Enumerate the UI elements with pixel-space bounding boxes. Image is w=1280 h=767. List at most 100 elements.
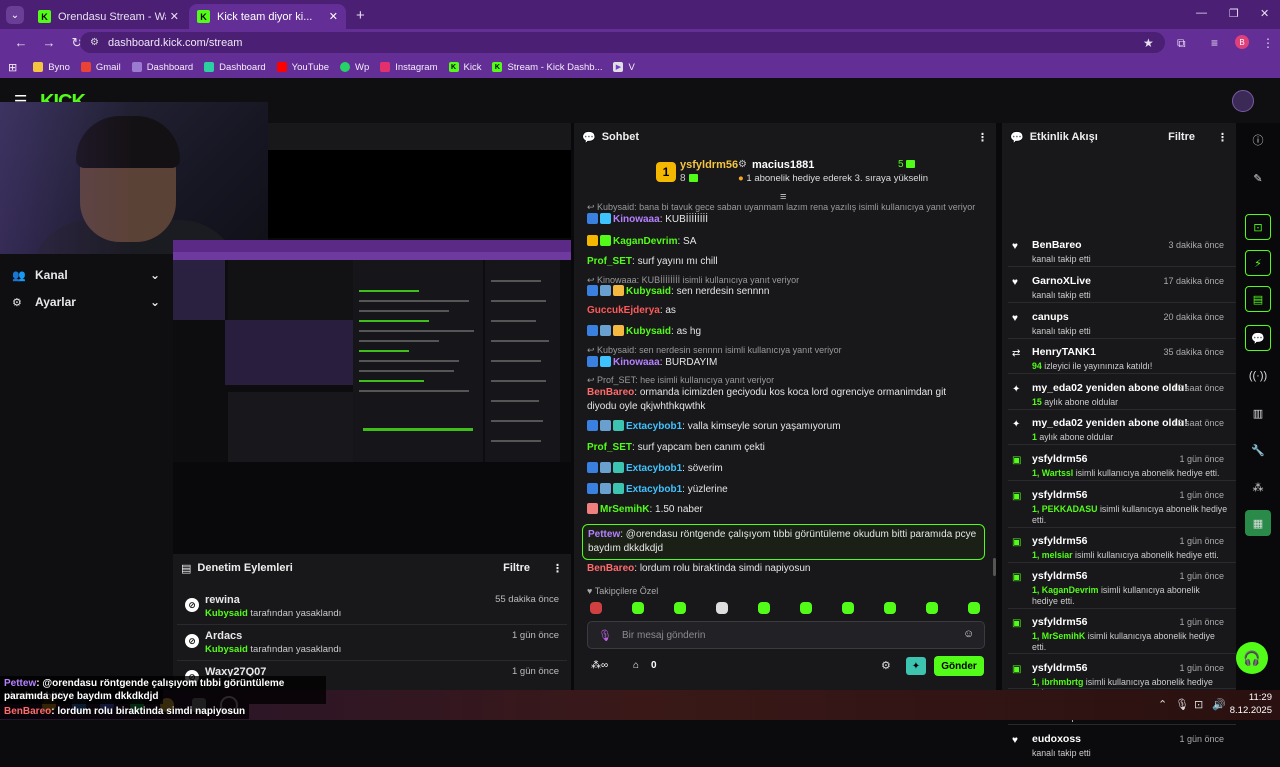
bookmark-gmail[interactable]: Gmail bbox=[80, 62, 121, 73]
emote-icon[interactable] bbox=[842, 602, 854, 614]
leader-second-name[interactable]: macius1881 bbox=[752, 159, 814, 171]
chat-username[interactable]: MrSemihK bbox=[600, 504, 649, 515]
chat-username[interactable]: Kubysaid bbox=[626, 326, 671, 337]
activity-filter-button[interactable]: Filtre bbox=[1168, 131, 1195, 143]
chat-settings-icon[interactable]: ⚙ bbox=[881, 659, 891, 672]
edit-icon[interactable]: ✎ bbox=[1245, 165, 1271, 191]
dots-icon[interactable]: ⁂ bbox=[1245, 474, 1271, 500]
tray-chevron-icon[interactable]: ⌃ bbox=[1158, 698, 1167, 711]
emote-icon[interactable] bbox=[926, 602, 938, 614]
bookmark-byno[interactable]: Byno bbox=[33, 62, 70, 73]
clock-time[interactable]: 11:29 bbox=[1240, 692, 1272, 703]
emote-icon[interactable] bbox=[674, 602, 686, 614]
chat-username[interactable]: Prof_SET bbox=[587, 256, 632, 267]
new-tab-icon[interactable]: + bbox=[356, 7, 365, 24]
chat-message[interactable]: BenBareo: ormanda icimizden geciyodu kos… bbox=[587, 386, 977, 414]
clip-icon[interactable]: ⊡ bbox=[1245, 214, 1271, 240]
emote-icon[interactable] bbox=[968, 602, 980, 614]
activity-username[interactable]: canups bbox=[1032, 311, 1069, 323]
chat-username[interactable]: Pettew bbox=[588, 529, 620, 540]
moderated-user[interactable]: rewina bbox=[205, 594, 240, 606]
bookmark-v[interactable]: ▶ V bbox=[613, 62, 635, 73]
microphone-icon[interactable]: 🎙 bbox=[598, 629, 612, 642]
chat-message[interactable]: Extacybob1: valla kimseyle sorun yaşamıy… bbox=[587, 420, 977, 434]
restore-icon[interactable]: ❐ bbox=[1229, 7, 1239, 20]
chat-message[interactable]: MrSemihK: 1.50 naber bbox=[587, 503, 977, 517]
channel-points-icon[interactable]: ⁂∞ bbox=[591, 660, 608, 671]
leader-first-name[interactable]: ysfyldrm56 bbox=[680, 159, 738, 171]
chat-message[interactable]: Prof_SET: surf yapcam ben canım çekti bbox=[587, 441, 977, 455]
chat-username[interactable]: Prof_SET bbox=[587, 442, 632, 453]
activity-username[interactable]: eudoxoss bbox=[1032, 733, 1081, 745]
chat-username[interactable]: Extacybob1 bbox=[626, 421, 682, 432]
lightning-icon[interactable]: ⚡ bbox=[1245, 250, 1271, 276]
apps-icon[interactable]: ⊞ bbox=[8, 61, 17, 74]
extensions-icon[interactable]: ⧉ bbox=[1177, 36, 1186, 51]
bookmark-kick[interactable]: K Kick bbox=[448, 62, 481, 73]
tray-network-icon[interactable]: ⊡ bbox=[1194, 698, 1203, 711]
chat-message[interactable]: KaganDevrim: SA bbox=[587, 235, 977, 249]
bookmark-wp[interactable]: Wp bbox=[340, 62, 369, 73]
chat-username[interactable]: Kinowaaa bbox=[613, 357, 660, 368]
bookmark-dashboard-2[interactable]: Dashboard bbox=[204, 62, 266, 73]
chat-message[interactable]: Extacybob1: yüzlerine bbox=[587, 483, 977, 497]
address-bar[interactable]: ⚙ dashboard.kick.com/stream bbox=[80, 32, 1165, 53]
bookmark-youtube[interactable]: YouTube bbox=[276, 62, 329, 73]
activity-username[interactable]: ysfyldrm56 bbox=[1032, 662, 1087, 674]
moderator-name[interactable]: Kubysaid bbox=[205, 644, 248, 655]
minimize-icon[interactable]: — bbox=[1196, 7, 1207, 19]
chat-message[interactable]: Pettew: @orendasu röntgende çalışıyom tı… bbox=[582, 524, 985, 560]
more-options-icon[interactable]: ⋮ bbox=[1217, 131, 1228, 144]
activity-username[interactable]: ysfyldrm56 bbox=[1032, 616, 1087, 628]
emoji-icon[interactable]: ☺ bbox=[963, 628, 974, 640]
chat-message[interactable]: Kubysaid: as hg bbox=[587, 325, 977, 339]
activity-username[interactable]: my_eda02 yeniden abone oldu! bbox=[1032, 382, 1188, 394]
emote-icon[interactable] bbox=[758, 602, 770, 614]
chat-username[interactable]: Kinowaaa bbox=[613, 214, 660, 225]
chat-username[interactable]: Extacybob1 bbox=[626, 484, 682, 495]
bookmark-instagram[interactable]: Instagram bbox=[380, 62, 438, 73]
moderation-filter-button[interactable]: Filtre bbox=[503, 562, 530, 574]
bookmark-stream-dashboard[interactable]: K Stream - Kick Dashb... bbox=[492, 62, 602, 73]
activity-username[interactable]: HenryTANK1 bbox=[1032, 346, 1096, 358]
wrench-icon[interactable]: 🔧 bbox=[1245, 437, 1271, 463]
chat-username[interactable]: Extacybob1 bbox=[626, 463, 682, 474]
chat-scrollbar[interactable] bbox=[993, 558, 996, 576]
chat-username[interactable]: GuccukEjderya bbox=[587, 305, 660, 316]
media-icon[interactable]: ≡ bbox=[1211, 36, 1218, 50]
emote-tab[interactable]: ♥ Takipçilere Özel bbox=[587, 586, 658, 596]
moderated-user[interactable]: Ardacs bbox=[205, 630, 242, 642]
emote-icon[interactable] bbox=[632, 602, 644, 614]
chat-message[interactable]: GuccukEjderya: as bbox=[587, 304, 977, 318]
chat-username[interactable]: BenBareo bbox=[587, 387, 634, 398]
chat-input[interactable]: 🎙 Bir mesaj gönderin ☺ bbox=[587, 621, 985, 649]
browser-menu-icon[interactable]: ⋮ bbox=[1262, 36, 1274, 50]
stack-icon[interactable]: ▥ bbox=[1245, 400, 1271, 426]
chat-rail-icon[interactable]: 💬 bbox=[1245, 325, 1271, 351]
more-options-icon[interactable]: ⋮ bbox=[977, 131, 988, 144]
activity-username[interactable]: GarnoXLive bbox=[1032, 275, 1091, 287]
close-window-icon[interactable]: ✕ bbox=[1260, 7, 1269, 20]
store-icon[interactable]: ⌂ bbox=[633, 660, 639, 671]
image-icon[interactable]: ▦ bbox=[1245, 510, 1271, 536]
clock-date[interactable]: 8.12.2025 bbox=[1228, 705, 1272, 716]
info-icon[interactable]: ⓘ bbox=[1245, 127, 1271, 153]
tray-volume-icon[interactable]: 🔊 bbox=[1212, 698, 1226, 711]
profile-avatar[interactable]: B bbox=[1235, 35, 1249, 49]
chat-message[interactable]: Kinowaaa: KUBİİİİİİİİ bbox=[587, 213, 977, 227]
bookmark-dashboard-1[interactable]: Dashboard bbox=[131, 62, 193, 73]
chat-message[interactable]: Extacybob1: söverim bbox=[587, 462, 977, 476]
emote-icon[interactable] bbox=[590, 602, 602, 614]
tab-orendasu[interactable]: K Orendasu Stream - Watch Live ✕ bbox=[30, 4, 187, 29]
close-tab-icon[interactable]: ✕ bbox=[329, 10, 338, 23]
forward-icon[interactable]: → bbox=[42, 35, 56, 50]
support-icon[interactable]: 🎧 bbox=[1236, 642, 1268, 674]
activity-username[interactable]: ysfyldrm56 bbox=[1032, 489, 1087, 501]
tray-mic-icon[interactable]: 🎙 bbox=[1175, 698, 1189, 711]
bookmark-star-icon[interactable]: ★ bbox=[1143, 36, 1154, 50]
site-settings-icon[interactable]: ⚙ bbox=[90, 37, 99, 48]
moderator-name[interactable]: Kubysaid bbox=[205, 608, 248, 619]
send-button[interactable]: Gönder bbox=[934, 656, 984, 676]
chat-message[interactable]: BenBareo: lordum rolu biraktinda simdi n… bbox=[587, 562, 977, 576]
notes-icon[interactable]: ▤ bbox=[1245, 286, 1271, 312]
